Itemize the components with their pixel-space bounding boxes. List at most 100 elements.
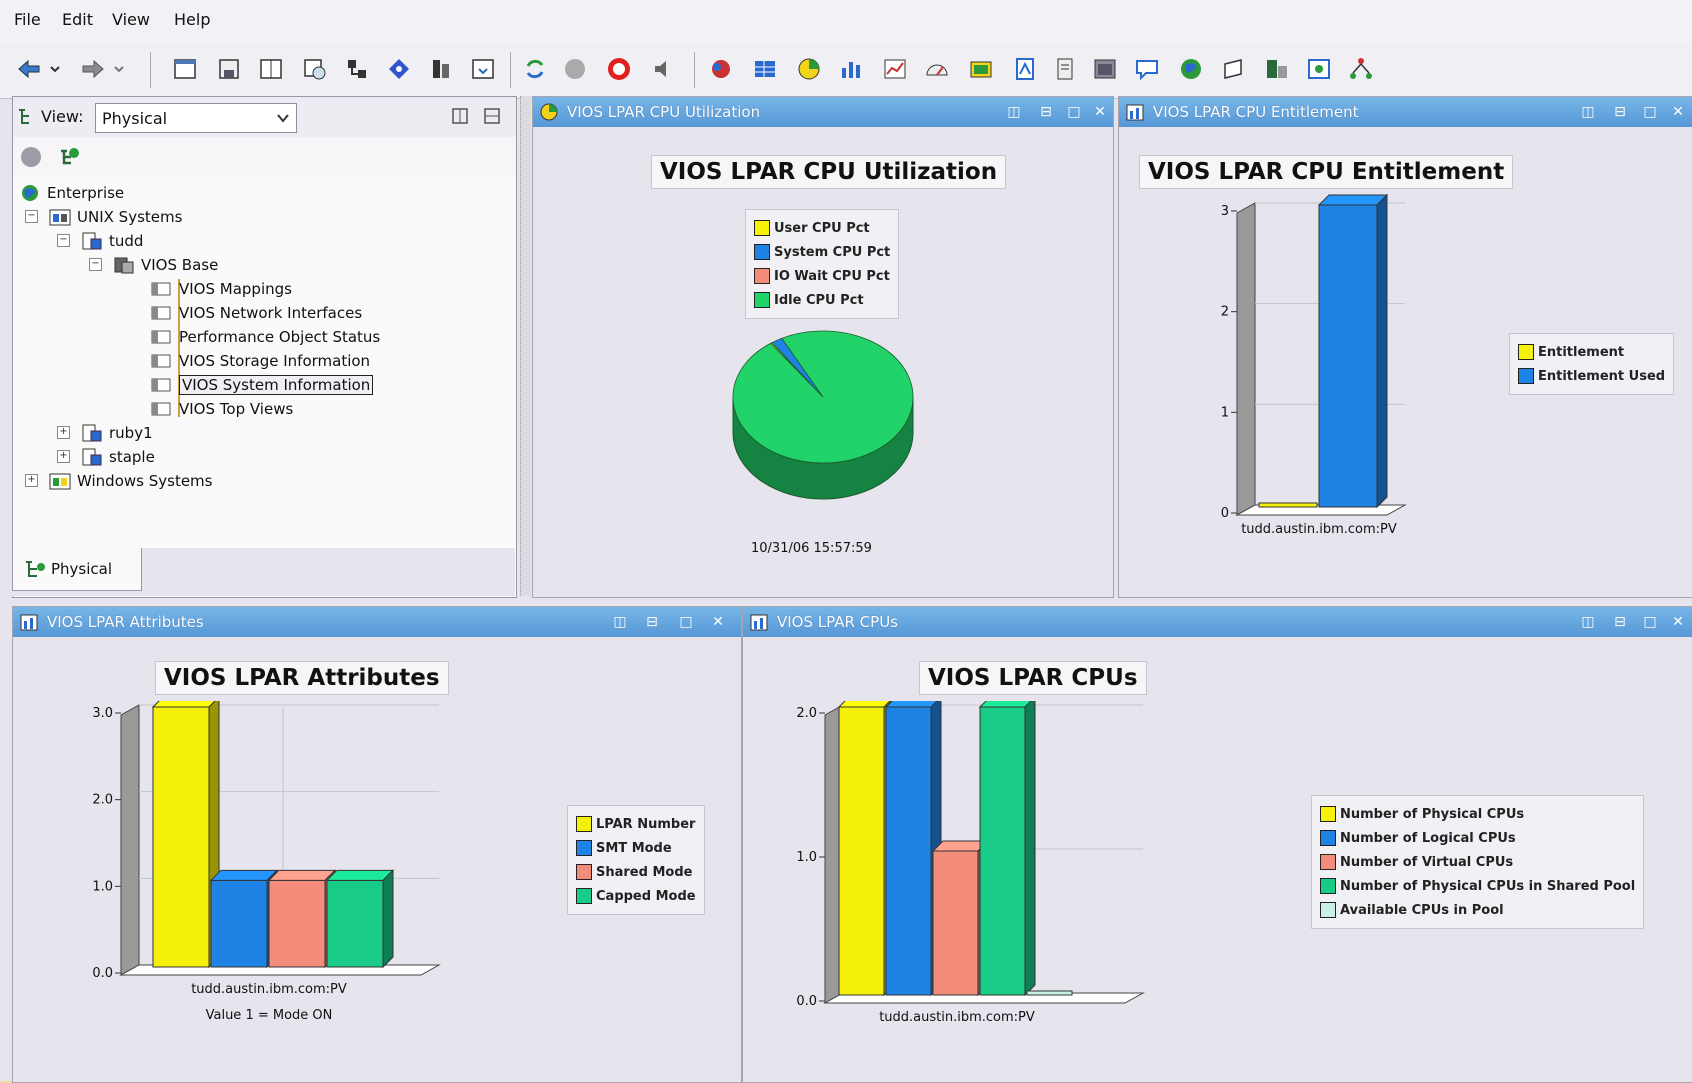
panel-header: VIOS LPAR CPUs ◫ ⊟ □ ✕: [743, 607, 1692, 637]
splitter[interactable]: [520, 96, 531, 596]
close-icon[interactable]: ✕: [1669, 103, 1687, 121]
navigator-header: View: Physical: [13, 97, 516, 138]
bar-capped-mode-side: [382, 869, 394, 969]
tree-label: UNIX Systems: [77, 208, 183, 226]
split-vertical-icon[interactable]: [256, 54, 286, 84]
close-icon[interactable]: ✕: [1091, 103, 1109, 121]
tree-node-vios-storage-information[interactable]: VIOS Storage Information: [151, 349, 370, 373]
maximize-icon[interactable]: □: [1641, 613, 1659, 631]
tree-node-vios-system-information[interactable]: VIOS System Information: [151, 373, 374, 397]
bar-capped-mode-top: [325, 869, 395, 881]
expand-icon[interactable]: +: [25, 474, 38, 487]
query-editor-icon[interactable]: [468, 54, 498, 84]
maximize-icon[interactable]: □: [1641, 103, 1659, 121]
terminal-view-icon[interactable]: [1218, 54, 1248, 84]
forward-arrow-icon[interactable]: [78, 54, 108, 84]
close-icon[interactable]: ✕: [1669, 613, 1687, 631]
network-tree-icon[interactable]: [1346, 54, 1376, 84]
collapse-icon[interactable]: −: [57, 234, 70, 247]
panel-title: VIOS LPAR CPU Utilization: [567, 103, 761, 121]
refresh-icon[interactable]: [520, 54, 550, 84]
expand-icon[interactable]: +: [57, 450, 70, 463]
pie-chart-icon[interactable]: [794, 54, 824, 84]
panel-lpar-cpus: VIOS LPAR CPUs ◫ ⊟ □ ✕ VIOS LPAR CPUs 0.…: [742, 606, 1692, 1083]
tree-node-vios-mappings[interactable]: VIOS Mappings: [151, 277, 292, 301]
tree-node-vios-base[interactable]: VIOS Base: [113, 253, 218, 277]
plot-chart-icon[interactable]: [880, 54, 910, 84]
globe-icon[interactable]: [1176, 54, 1206, 84]
tree-node-performance-object-status[interactable]: Performance Object Status: [151, 325, 380, 349]
split-panel-icon[interactable]: [451, 107, 469, 125]
y-tick-label: 2.0: [92, 793, 113, 808]
save-workspace-icon[interactable]: [214, 54, 244, 84]
tree-node-vios-network-interfaces[interactable]: VIOS Network Interfaces: [151, 301, 362, 325]
maximize-icon[interactable]: □: [1065, 103, 1083, 121]
split-horizontal-icon[interactable]: ⊟: [1037, 103, 1055, 121]
bar-chart-icon[interactable]: [836, 54, 866, 84]
pause-icon[interactable]: [560, 54, 590, 84]
tree-node-tudd[interactable]: tudd: [81, 229, 143, 253]
split-vertical-icon[interactable]: ◫: [1005, 103, 1023, 121]
menu-file[interactable]: File: [14, 10, 41, 29]
event-console-icon[interactable]: [1010, 54, 1040, 84]
stop-update-icon[interactable]: [19, 145, 43, 169]
tree-node-enterprise[interactable]: Enterprise: [19, 181, 124, 205]
split-vertical-icon[interactable]: ◫: [611, 613, 629, 631]
bar-entitlement-used-top: [1317, 194, 1389, 206]
split-vertical-icon[interactable]: ◫: [1579, 103, 1597, 121]
chart-title: VIOS LPAR CPU Entitlement: [1139, 155, 1514, 189]
view-select[interactable]: Physical: [95, 103, 297, 133]
situation-editor-icon[interactable]: [426, 54, 456, 84]
collapse-icon[interactable]: −: [25, 210, 38, 223]
tree-label: Enterprise: [47, 184, 125, 202]
tree-node-unix-systems[interactable]: UNIX Systems: [49, 205, 182, 229]
properties-icon[interactable]: [342, 54, 372, 84]
chart-title: VIOS LPAR CPU Utilization: [651, 155, 1007, 189]
table-view-icon[interactable]: [750, 54, 780, 84]
tree-node-staple[interactable]: staple: [81, 445, 155, 469]
speaker-icon[interactable]: [648, 54, 678, 84]
legend-item: Number of Logical CPUs: [1320, 826, 1635, 850]
situations-icon[interactable]: [706, 54, 736, 84]
menu-view[interactable]: View: [112, 10, 150, 29]
comment-icon[interactable]: [1132, 54, 1162, 84]
split-horizontal-icon[interactable]: ⊟: [1611, 103, 1629, 121]
take-action-icon[interactable]: [1304, 54, 1334, 84]
maximize-icon[interactable]: □: [677, 613, 695, 631]
tree-node-windows-systems[interactable]: Windows Systems: [49, 469, 212, 493]
x-category-label: tudd.austin.ibm.com:PV: [191, 982, 347, 997]
browser-icon[interactable]: [1090, 54, 1120, 84]
split-horizontal-icon[interactable]: [483, 107, 501, 125]
chevron-down-icon[interactable]: [274, 109, 292, 127]
topology-icon[interactable]: [1262, 54, 1292, 84]
new-window-icon[interactable]: [170, 54, 200, 84]
tree-node-ruby1[interactable]: ruby1: [81, 421, 153, 445]
forward-dropdown-icon[interactable]: [112, 54, 126, 84]
workspace-icon: [151, 378, 171, 392]
split-horizontal-icon[interactable]: ⊟: [643, 613, 661, 631]
tree-node-vios-top-views[interactable]: VIOS Top Views: [151, 397, 293, 421]
link-icon[interactable]: [384, 54, 414, 84]
notepad-icon[interactable]: [966, 54, 996, 84]
split-horizontal-icon[interactable]: ⊟: [1611, 613, 1629, 631]
chart-legend: Entitlement Entitlement Used: [1509, 333, 1675, 395]
tab-physical[interactable]: Physical: [12, 548, 142, 591]
bar-capped-mode: [326, 879, 384, 968]
gauge-icon[interactable]: [922, 54, 952, 84]
panel-title: VIOS LPAR CPU Entitlement: [1153, 103, 1359, 121]
split-vertical-icon[interactable]: ◫: [1579, 613, 1597, 631]
expand-icon[interactable]: +: [57, 426, 70, 439]
collapse-icon[interactable]: −: [89, 258, 102, 271]
update-tree-icon[interactable]: [55, 143, 81, 169]
bar-number-of-physical-cpus: [838, 706, 885, 996]
back-arrow-icon[interactable]: [14, 54, 44, 84]
back-dropdown-icon[interactable]: [48, 54, 62, 84]
stop-icon[interactable]: [604, 54, 634, 84]
workspace-history-icon[interactable]: [300, 54, 330, 84]
menu-edit[interactable]: Edit: [62, 10, 93, 29]
panel-header: VIOS LPAR Attributes ◫ ⊟ □ ✕: [13, 607, 741, 637]
menu-help[interactable]: Help: [174, 10, 210, 29]
document-icon[interactable]: [1050, 54, 1080, 84]
close-icon[interactable]: ✕: [709, 613, 727, 631]
legend-item: IO Wait CPU Pct: [754, 264, 890, 288]
